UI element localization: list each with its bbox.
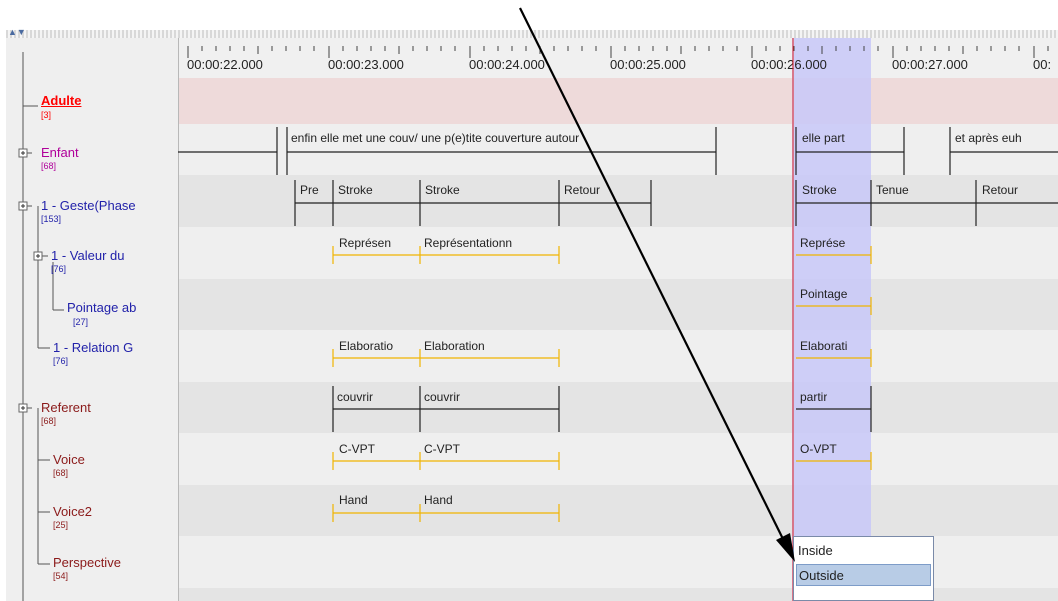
elan-annotation-viewer: ▲▼ Adulte [3] Enfant [68] 1 - Geste(Phas… xyxy=(0,0,1058,601)
annotation-arrow xyxy=(519,7,795,562)
arrow-head-icon xyxy=(776,533,795,562)
